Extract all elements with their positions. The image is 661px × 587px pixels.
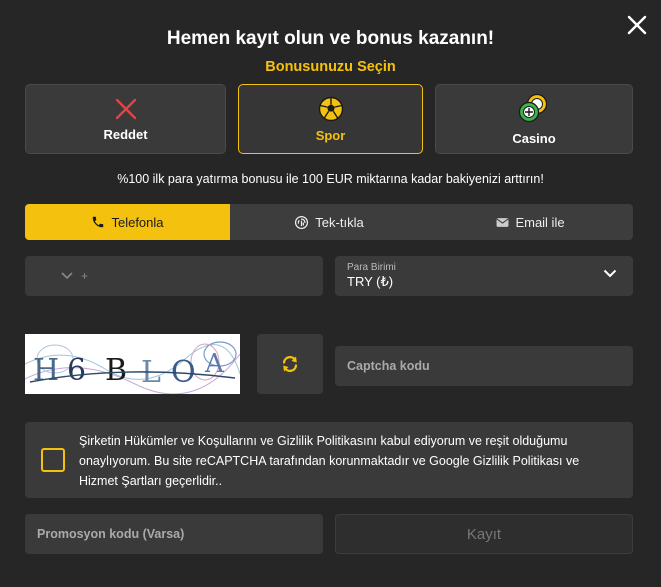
bonus-option-label: Spor xyxy=(315,127,346,143)
tab-label: Telefonla xyxy=(111,214,164,230)
fingerprint-icon xyxy=(295,215,309,229)
bonus-subtitle: Bonusunuzu Seçin xyxy=(265,59,396,75)
bonus-option-reddet[interactable]: Reddet xyxy=(25,84,226,154)
currency-label: Para Birimi xyxy=(347,262,396,273)
chevron-down-icon xyxy=(603,269,617,278)
captcha-image: H 6 B L O A xyxy=(25,334,240,394)
phone-input[interactable]: + xyxy=(25,256,323,296)
tab-label: Tek-tıkla xyxy=(315,214,364,230)
chevron-down-icon xyxy=(61,272,73,280)
tab-email[interactable]: Email ile xyxy=(428,204,633,240)
captcha-input[interactable]: Captcha kodu xyxy=(335,346,633,386)
tab-label: Email ile xyxy=(515,214,565,230)
tab-phone[interactable]: Telefonla xyxy=(25,204,230,240)
phone-prefix: + xyxy=(81,269,89,283)
envelope-icon xyxy=(496,217,510,227)
bonus-option-casino[interactable]: Casino xyxy=(435,84,633,154)
promo-placeholder: Promosyon kodu (Varsa) xyxy=(37,527,185,541)
bonus-option-label: Reddet xyxy=(103,126,148,142)
bonus-option-label: Casino xyxy=(512,130,556,146)
bonus-option-spor[interactable]: Spor xyxy=(238,84,423,154)
captcha-placeholder: Captcha kodu xyxy=(347,359,430,373)
modal-title: Hemen kayıt olun ve bonus kazanın! xyxy=(166,28,495,49)
register-button[interactable]: Kayıt xyxy=(335,514,633,554)
terms-box: Şirketin Hükümler ve Koşullarını ve Gizl… xyxy=(25,422,633,498)
currency-value: TRY (₺) xyxy=(347,274,394,289)
promo-code-input[interactable]: Promosyon kodu (Varsa) xyxy=(25,514,323,554)
x-icon xyxy=(115,98,136,119)
terms-checkbox[interactable] xyxy=(41,448,65,472)
captcha-char: H xyxy=(33,353,59,388)
bonus-description: %100 ilk para yatırma bonusu ile 100 EUR… xyxy=(117,172,544,186)
terms-text: Şirketin Hükümler ve Koşullarını ve Gizl… xyxy=(79,434,580,488)
captcha-char: B xyxy=(105,353,127,388)
currency-select[interactable]: Para Birimi TRY (₺) xyxy=(335,256,633,296)
captcha-char: 6 xyxy=(67,353,86,388)
registration-method-tabs: Telefonla Tek-tıkla Email ile xyxy=(25,204,633,240)
casino-chips-icon xyxy=(518,93,548,122)
soccer-ball-icon xyxy=(318,96,343,121)
phone-icon xyxy=(93,216,104,228)
captcha-refresh-button[interactable] xyxy=(257,334,323,394)
refresh-icon xyxy=(282,356,298,372)
tab-one-click[interactable]: Tek-tıkla xyxy=(230,204,428,240)
